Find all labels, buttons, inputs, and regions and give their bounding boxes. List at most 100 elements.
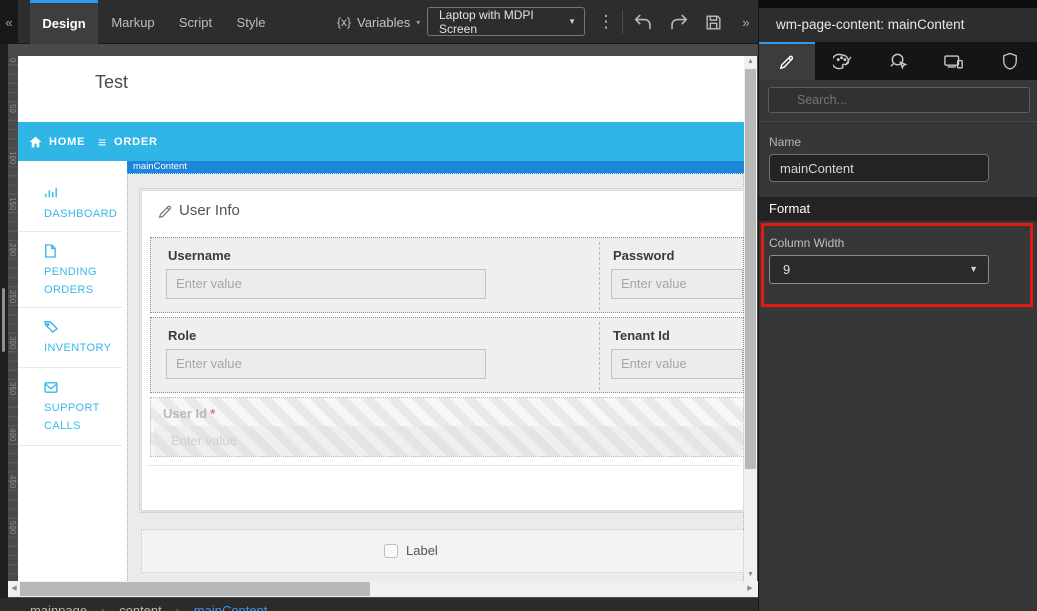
left-scrollbar-thumb[interactable] xyxy=(2,288,5,352)
column-width-label: Column Width xyxy=(769,236,845,250)
collapse-left-panel-button[interactable]: « xyxy=(0,0,18,44)
sidebar-item-pending-orders[interactable]: PENDING ORDERS xyxy=(18,232,122,308)
vertical-ruler: 0 50 100 150 200 250 300 350 400 450 500 xyxy=(8,56,18,581)
field-label-password: Password xyxy=(613,248,675,263)
tab-markup[interactable]: Markup xyxy=(103,0,163,44)
undo-button[interactable] xyxy=(630,10,656,34)
inspector-tabs xyxy=(759,42,1037,80)
canvas-horizontal-scrollbar[interactable]: ◀ ▶ xyxy=(8,581,758,597)
tab-style[interactable]: Style xyxy=(226,0,276,44)
expand-right-panel-button[interactable]: » xyxy=(734,0,758,44)
tenant-id-input[interactable]: Enter value xyxy=(611,349,743,379)
selected-widget-tag[interactable]: mainContent xyxy=(127,161,744,174)
expand-icon: » xyxy=(742,14,750,30)
redo-button[interactable] xyxy=(666,10,692,34)
toolbar-divider xyxy=(622,10,623,34)
form-row: Role Enter value Tenant Id Enter value xyxy=(150,317,744,393)
sidebar-item-label: INVENTORY xyxy=(44,342,112,354)
scroll-left-icon[interactable]: ◀ xyxy=(8,581,20,597)
ruler-tick: 500 xyxy=(8,521,17,535)
user-id-input[interactable]: Enter value xyxy=(154,426,742,456)
password-input[interactable]: Enter value xyxy=(611,269,743,299)
device-preview-select[interactable]: Laptop with MDPI Screen ▼ xyxy=(427,7,585,36)
vertical-scrollbar-thumb[interactable] xyxy=(745,69,756,469)
username-input[interactable]: Enter value xyxy=(166,269,486,299)
column-width-value: 9 xyxy=(783,262,791,277)
kebab-icon: ⋮ xyxy=(597,12,615,31)
checkbox-widget-section[interactable]: Label xyxy=(141,529,744,573)
tab-events[interactable] xyxy=(871,42,927,80)
scroll-up-icon[interactable]: ▲ xyxy=(744,56,757,68)
column-divider xyxy=(599,322,600,390)
name-input[interactable] xyxy=(769,154,989,182)
sidebar-item-label: SUPPORT CALLS xyxy=(44,402,100,432)
user-id-label-text: User Id xyxy=(163,406,208,421)
field-label-tenant-id: Tenant Id xyxy=(613,328,670,343)
chevron-right-icon: › xyxy=(101,603,106,611)
nav-item-home[interactable]: HOME xyxy=(29,122,85,161)
tab-devices[interactable] xyxy=(926,42,982,80)
ruler-tick: 300 xyxy=(8,335,17,350)
pencil-icon xyxy=(780,55,794,69)
variables-x-icon: {x} xyxy=(337,15,352,29)
chevron-down-icon: ▾ xyxy=(416,17,421,27)
nav-order-label: ORDER xyxy=(113,135,158,148)
ruler-tick: 250 xyxy=(8,289,17,303)
checkbox-label: Label xyxy=(406,543,438,558)
checkbox[interactable] xyxy=(384,544,398,558)
tab-styles[interactable] xyxy=(815,42,871,80)
search-input[interactable] xyxy=(768,87,1030,113)
mail-icon xyxy=(44,380,58,398)
ruler-tick: 450 xyxy=(8,474,17,489)
wavemaker-studio-window: « Design Markup Script Style {x} Variabl… xyxy=(0,0,1037,611)
field-label-user-id: User Id * xyxy=(163,406,215,421)
variables-dropdown[interactable]: {x} Variables ▾ xyxy=(337,0,420,44)
page-canvas: Test HOME ≡ ORDER mainContent DASHBOARD xyxy=(18,56,744,581)
breadcrumb-item-mainpage[interactable]: mainpage xyxy=(30,603,87,611)
column-divider xyxy=(599,242,600,310)
caret-down-icon: ▼ xyxy=(568,17,576,26)
sidebar-item-label: PENDING ORDERS xyxy=(44,266,97,296)
tab-script[interactable]: Script xyxy=(168,0,223,44)
scroll-down-icon[interactable]: ▼ xyxy=(744,569,757,581)
ruler-tick: 200 xyxy=(8,243,17,257)
sidebar-item-inventory[interactable]: INVENTORY xyxy=(18,308,122,368)
role-input[interactable]: Enter value xyxy=(166,349,486,379)
tab-style-label: Style xyxy=(236,14,266,30)
chevron-right-icon: › xyxy=(175,603,180,611)
tab-design[interactable]: Design xyxy=(30,0,98,44)
shield-icon xyxy=(1003,52,1017,70)
pointer-search-icon xyxy=(890,53,908,70)
breadcrumb-item-maincontent[interactable]: mainContent xyxy=(194,603,268,611)
scroll-right-icon[interactable]: ▶ xyxy=(744,581,756,597)
canvas-vertical-scrollbar[interactable]: ▲ ▼ xyxy=(744,56,757,581)
nav-item-order[interactable]: ≡ ORDER xyxy=(98,122,158,161)
more-options-button[interactable]: ⋮ xyxy=(596,0,616,44)
required-marker: * xyxy=(210,406,216,421)
hidden-field-row: User Id * Enter value xyxy=(150,397,744,457)
sidebar-item-support-calls[interactable]: SUPPORT CALLS xyxy=(18,368,122,446)
breadcrumb-item-content[interactable]: content xyxy=(119,603,162,611)
sidebar-item-dashboard[interactable]: DASHBOARD xyxy=(18,174,122,232)
field-label-role: Role xyxy=(168,328,197,343)
save-icon xyxy=(705,14,721,30)
file-icon xyxy=(44,244,56,263)
sidebar-item-label: DASHBOARD xyxy=(44,208,118,220)
tab-security[interactable] xyxy=(982,42,1037,80)
format-section-header: Format xyxy=(759,197,1037,221)
ruler-tick: 0 xyxy=(8,58,17,63)
tab-script-label: Script xyxy=(178,14,213,30)
collapse-icon: « xyxy=(5,14,13,30)
horizontal-ruler xyxy=(8,44,758,56)
tab-properties[interactable] xyxy=(759,42,815,80)
save-button[interactable] xyxy=(700,10,726,34)
main-content-area[interactable]: User Info Username Enter value Password … xyxy=(127,174,744,581)
horizontal-scrollbar-thumb[interactable] xyxy=(20,582,370,596)
ruler-tick: 100 xyxy=(8,150,17,164)
palette-icon xyxy=(833,53,852,69)
inspector-search-row xyxy=(759,80,1037,122)
column-width-select[interactable]: 9 ▼ xyxy=(769,255,989,284)
caret-down-icon: ▼ xyxy=(969,264,978,274)
user-info-form-panel[interactable]: User Info Username Enter value Password … xyxy=(139,188,744,513)
breadcrumb: mainpage › content › mainContent xyxy=(30,603,267,611)
